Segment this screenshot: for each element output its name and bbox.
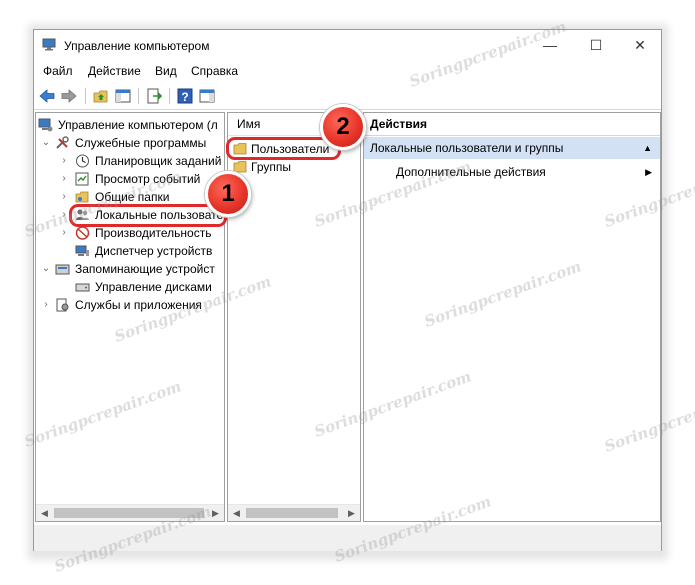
- computer-management-icon: [42, 38, 56, 51]
- actions-pane: Действия Локальные пользователи и группы…: [363, 112, 661, 522]
- chevron-right-icon[interactable]: ›: [59, 170, 69, 188]
- chevron-right-icon[interactable]: ›: [41, 296, 51, 314]
- tree-label: Служебные программы: [75, 136, 207, 150]
- scroll-right-arrow-icon[interactable]: ▶: [207, 505, 224, 521]
- scroll-thumb[interactable]: [54, 508, 204, 518]
- shared-folder-icon: [75, 191, 89, 203]
- menu-action[interactable]: Действие: [88, 64, 141, 78]
- up-folder-icon[interactable]: [92, 87, 110, 105]
- clock-icon: [76, 154, 89, 168]
- column-header-label: Имя: [237, 117, 261, 131]
- tree-item-service-programs[interactable]: ⌄ Служебные программы: [36, 134, 224, 152]
- title-bar[interactable]: Управление компьютером — ☐ ✕: [34, 30, 661, 60]
- tree-item-event-viewer[interactable]: › Просмотр событий: [36, 170, 224, 188]
- tree-item-root[interactable]: Управление компьютером (л: [36, 116, 224, 134]
- show-hide-action-pane-icon[interactable]: [198, 87, 216, 105]
- tree-label: Просмотр событий: [95, 172, 201, 186]
- chevron-down-icon[interactable]: ⌄: [41, 260, 51, 278]
- tree-label: Диспетчер устройств: [95, 244, 213, 258]
- actions-section-header[interactable]: Локальные пользователи и группы ▲: [364, 137, 660, 159]
- menu-bar: Файл Действие Вид Справка: [34, 60, 661, 82]
- tools-icon: [56, 136, 69, 149]
- tree-item-device-manager[interactable]: Диспетчер устройств: [36, 242, 224, 260]
- show-hide-tree-icon[interactable]: [114, 87, 132, 105]
- scroll-left-arrow-icon[interactable]: ◀: [36, 505, 53, 521]
- actions-section-label: Локальные пользователи и группы: [370, 141, 564, 155]
- back-arrow-icon[interactable]: [38, 87, 56, 105]
- callout-highlight-local-users: [69, 204, 227, 227]
- more-actions-label: Дополнительные действия: [396, 165, 546, 179]
- export-list-icon[interactable]: [145, 87, 163, 105]
- tree-label: Управление компьютером (л: [58, 118, 218, 132]
- chevron-right-icon[interactable]: ›: [59, 224, 69, 242]
- services-icon: [56, 298, 69, 312]
- tree-item-disk-management[interactable]: Управление дисками: [36, 278, 224, 296]
- toolbar-separator: [85, 88, 86, 104]
- menu-help[interactable]: Справка: [191, 64, 238, 78]
- toolbar-separator: [138, 88, 139, 104]
- device-manager-icon: [75, 245, 89, 256]
- computer-management-icon: [38, 118, 53, 132]
- list-horizontal-scrollbar[interactable]: ◀ ▶: [228, 504, 360, 521]
- tree-label: Службы и приложения: [75, 298, 202, 312]
- menu-file[interactable]: Файл: [43, 64, 73, 78]
- toolbar-separator: [169, 88, 170, 104]
- scroll-left-arrow-icon[interactable]: ◀: [228, 505, 245, 521]
- tree-label: Запоминающие устройст: [75, 262, 215, 276]
- console-tree-pane: Управление компьютером (л ⌄ Служебные пр…: [35, 112, 225, 522]
- performance-icon: [75, 226, 90, 240]
- tree-horizontal-scrollbar[interactable]: ◀ ▶: [36, 504, 224, 521]
- collapse-up-icon[interactable]: ▲: [643, 137, 652, 159]
- tree-item-storage[interactable]: ⌄ Запоминающие устройст: [36, 260, 224, 278]
- svg-text:?: ?: [181, 90, 188, 104]
- chevron-right-icon[interactable]: ›: [59, 206, 69, 224]
- tree-item-task-scheduler[interactable]: › Планировщик заданий: [36, 152, 224, 170]
- maximize-button[interactable]: ☐: [573, 30, 619, 60]
- help-icon[interactable]: ?: [176, 87, 194, 105]
- chevron-down-icon[interactable]: ⌄: [41, 134, 51, 152]
- actions-header: Действия: [364, 113, 660, 136]
- close-button[interactable]: ✕: [617, 30, 663, 60]
- tree-label: Планировщик заданий: [95, 154, 222, 168]
- list-item-groups[interactable]: Группы: [230, 158, 358, 176]
- callout-badge-one: 1: [205, 171, 251, 217]
- chevron-right-icon[interactable]: ›: [59, 152, 69, 170]
- status-bar: [34, 525, 661, 551]
- disk-icon: [75, 283, 90, 292]
- window-title: Управление компьютером: [64, 39, 210, 53]
- tree-label: Управление дисками: [95, 280, 212, 294]
- results-list-pane: Имя Пользователи Группы ◀ ▶: [227, 112, 361, 522]
- chevron-right-icon[interactable]: ›: [59, 188, 69, 206]
- minimize-button[interactable]: —: [527, 30, 573, 60]
- tree-item-services-apps[interactable]: › Службы и приложения: [36, 296, 224, 314]
- event-viewer-icon: [75, 172, 89, 186]
- scroll-right-arrow-icon[interactable]: ▶: [343, 505, 360, 521]
- list-item-label: Группы: [251, 160, 291, 174]
- scroll-thumb[interactable]: [246, 508, 338, 518]
- callout-badge-two: 2: [320, 104, 366, 150]
- forward-arrow-icon[interactable]: [60, 87, 78, 105]
- submenu-arrow-icon[interactable]: ▶: [645, 161, 652, 183]
- storage-icon: [55, 264, 70, 275]
- more-actions-item[interactable]: Дополнительные действия ▶: [364, 161, 660, 183]
- actions-header-label: Действия: [370, 117, 428, 131]
- menu-view[interactable]: Вид: [155, 64, 177, 78]
